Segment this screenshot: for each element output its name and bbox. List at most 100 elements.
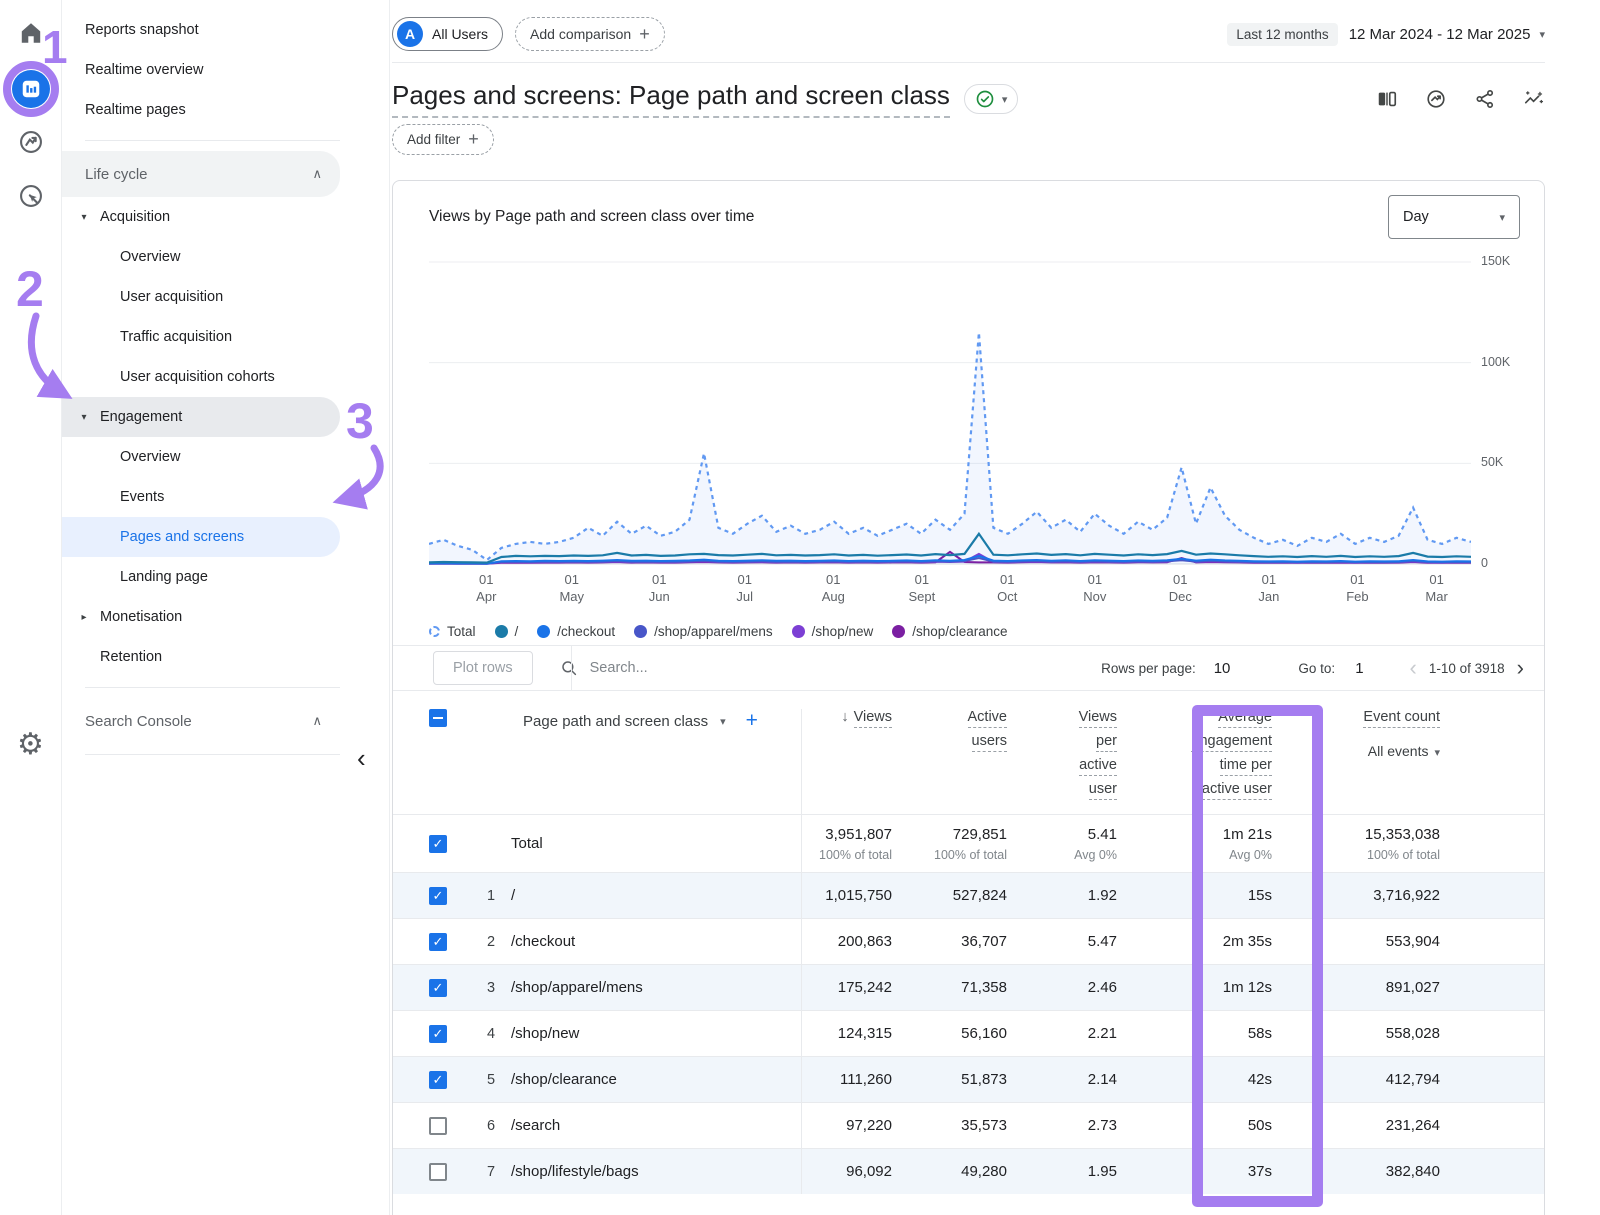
table-search-input[interactable]: Search... bbox=[560, 659, 648, 677]
share-icon[interactable] bbox=[1474, 88, 1496, 110]
sidebar-item-reports-snapshot[interactable]: Reports snapshot bbox=[62, 10, 340, 50]
x-tick-month: Aug bbox=[822, 588, 845, 605]
sidebar-item-retention[interactable]: Retention bbox=[62, 637, 340, 677]
legend-item-Total[interactable]: Total bbox=[429, 624, 476, 639]
x-axis-tick: 01May bbox=[559, 571, 584, 605]
sidebar-item-traffic-acquisition[interactable]: Traffic acquisition bbox=[62, 317, 340, 357]
row-checkbox-checked[interactable]: ✓ bbox=[429, 835, 447, 853]
table-header-row: Page path and screen class▾+↓ViewsActive… bbox=[393, 690, 1544, 814]
add-dimension-icon[interactable]: + bbox=[746, 709, 758, 733]
legend-item--shop-new[interactable]: /shop/new bbox=[792, 624, 874, 639]
x-axis-tick: 01Dec bbox=[1169, 571, 1192, 605]
row-checkbox-checked[interactable]: ✓ bbox=[429, 887, 447, 905]
total-checkbox-cell: ✓ bbox=[393, 835, 463, 853]
avg-engagement-time-column-header[interactable]: Averageengagementtime peractive user bbox=[1131, 709, 1286, 805]
row-checkbox-checked[interactable]: ✓ bbox=[429, 933, 447, 951]
row-checkbox-unchecked[interactable] bbox=[429, 1117, 447, 1135]
advertising-icon[interactable] bbox=[17, 182, 45, 210]
trend-insights-icon[interactable] bbox=[1523, 88, 1545, 110]
legend-item--[interactable]: / bbox=[495, 624, 519, 639]
event-filter[interactable]: All events▾ bbox=[1286, 743, 1440, 759]
row-checkbox-checked[interactable]: ✓ bbox=[429, 1071, 447, 1089]
views-per-active-user-column-header-line: per bbox=[1096, 733, 1117, 752]
views-per-active-user-cell: 1.95 bbox=[1021, 1163, 1131, 1180]
chart-title: Views by Page path and screen class over… bbox=[429, 208, 754, 226]
insights-icon[interactable] bbox=[1425, 88, 1447, 110]
collapse-sidenav-icon[interactable]: ‹ bbox=[357, 745, 366, 771]
total-active-cell: 729,851100% of total bbox=[906, 826, 1021, 862]
x-tick-month: May bbox=[559, 588, 584, 605]
avg-engagement-time-cell: 50s bbox=[1131, 1117, 1286, 1134]
sidebar-item-user-acquisition[interactable]: User acquisition bbox=[62, 277, 340, 317]
sidebar-section-search-console[interactable]: Search Console∧ bbox=[62, 698, 340, 744]
views-per-active-user-cell: 1.92 bbox=[1021, 887, 1131, 904]
settings-gear-icon[interactable]: ⚙ bbox=[17, 730, 44, 760]
chevron-up-icon: ∧ bbox=[312, 166, 322, 182]
sidebar-item-label: Overview bbox=[120, 449, 180, 465]
all-users-label: All Users bbox=[432, 26, 488, 42]
avg-engagement-time-cell: 37s bbox=[1131, 1163, 1286, 1180]
row-number: 5 bbox=[463, 1072, 503, 1088]
legend-swatch bbox=[429, 626, 440, 637]
add-filter-label: Add filter bbox=[407, 132, 460, 147]
sidebar-item-label: Landing page bbox=[120, 569, 208, 585]
plot-rows-button[interactable]: Plot rows bbox=[433, 651, 533, 685]
all-users-chip[interactable]: A All Users bbox=[392, 17, 503, 51]
x-tick-month: Mar bbox=[1425, 588, 1447, 605]
views-per-active-user-cell: 5.47 bbox=[1021, 933, 1131, 950]
sidebar-item-label: Engagement bbox=[100, 409, 182, 425]
x-tick-month: Jun bbox=[649, 588, 670, 605]
next-page-icon[interactable]: › bbox=[1517, 657, 1524, 679]
chevron-down-icon: ▾ bbox=[1002, 93, 1008, 106]
explore-icon[interactable] bbox=[17, 128, 45, 156]
caret-right-icon: ▸ bbox=[76, 612, 92, 623]
granularity-select[interactable]: Day ▾ bbox=[1388, 195, 1520, 239]
active-users-cell: 51,873 bbox=[906, 1071, 1021, 1088]
date-range-picker[interactable]: Last 12 months 12 Mar 2024 - 12 Mar 2025… bbox=[1227, 23, 1545, 46]
legend-item--shop-clearance[interactable]: /shop/clearance bbox=[892, 624, 1007, 639]
sidebar-item-overview[interactable]: Overview bbox=[62, 437, 340, 477]
event-count-column-header[interactable]: Event countAll events▾ bbox=[1286, 709, 1454, 759]
legend-item--shop-apparel-mens[interactable]: /shop/apparel/mens bbox=[634, 624, 773, 639]
comparison-builder-icon[interactable] bbox=[1376, 88, 1398, 110]
sidebar-item-realtime-pages[interactable]: Realtime pages bbox=[62, 90, 340, 130]
x-axis-tick: 01Mar bbox=[1425, 571, 1447, 605]
reports-icon[interactable] bbox=[12, 70, 50, 108]
sidebar-item-pages-and-screens[interactable]: Pages and screens bbox=[62, 517, 340, 557]
table-pagination: Rows per page: 10 Go to: 1 ‹ 1-10 of 391… bbox=[1101, 657, 1544, 679]
active-users-column-header[interactable]: Activeusers bbox=[906, 709, 1021, 757]
sidebar-item-acquisition[interactable]: ▾Acquisition bbox=[62, 197, 340, 237]
sidebar-section-life-cycle[interactable]: Life cycle∧ bbox=[62, 151, 340, 197]
views-column-header[interactable]: ↓Views bbox=[801, 709, 906, 815]
avg-engagement-time-cell: 42s bbox=[1131, 1071, 1286, 1088]
row-checkbox-checked[interactable]: ✓ bbox=[429, 1025, 447, 1043]
total-views-subvalue: 100% of total bbox=[802, 848, 892, 862]
sidebar-item-landing-page[interactable]: Landing page bbox=[62, 557, 340, 597]
add-comparison-chip[interactable]: Add comparison + bbox=[515, 17, 665, 51]
sidebar-item-overview[interactable]: Overview bbox=[62, 237, 340, 277]
legend-item--checkout[interactable]: /checkout bbox=[537, 624, 615, 639]
select-all-checkbox[interactable] bbox=[429, 709, 447, 727]
sidebar-item-events[interactable]: Events bbox=[62, 477, 340, 517]
sidebar-item-monetisation[interactable]: ▸Monetisation bbox=[62, 597, 340, 637]
add-filter-chip[interactable]: Add filter + bbox=[392, 124, 494, 155]
rows-per-page-value[interactable]: 10 bbox=[1214, 660, 1231, 677]
sidebar-item-user-acquisition-cohorts[interactable]: User acquisition cohorts bbox=[62, 357, 340, 397]
row-checkbox-checked[interactable]: ✓ bbox=[429, 979, 447, 997]
data-table: Page path and screen class▾+↓ViewsActive… bbox=[393, 690, 1544, 1194]
granularity-value: Day bbox=[1403, 209, 1429, 225]
sidebar-item-engagement[interactable]: ▾Engagement bbox=[62, 397, 340, 437]
segment-avatar: A bbox=[397, 21, 423, 47]
goto-input[interactable]: 1 bbox=[1355, 660, 1363, 677]
row-checkbox-unchecked[interactable] bbox=[429, 1163, 447, 1181]
verified-check-icon bbox=[975, 89, 995, 109]
home-icon[interactable] bbox=[18, 20, 44, 46]
views-cell: 200,863 bbox=[801, 919, 906, 964]
views-per-active-user-column-header[interactable]: Viewsperactiveuser bbox=[1021, 709, 1131, 805]
dimension-header[interactable]: Page path and screen class▾+ bbox=[463, 709, 801, 733]
previous-page-icon[interactable]: ‹ bbox=[1410, 657, 1417, 679]
legend-swatch bbox=[634, 625, 647, 638]
sidebar-divider bbox=[85, 754, 340, 755]
sidebar-item-realtime-overview[interactable]: Realtime overview bbox=[62, 50, 340, 90]
report-status-pill[interactable]: ▾ bbox=[964, 84, 1019, 114]
